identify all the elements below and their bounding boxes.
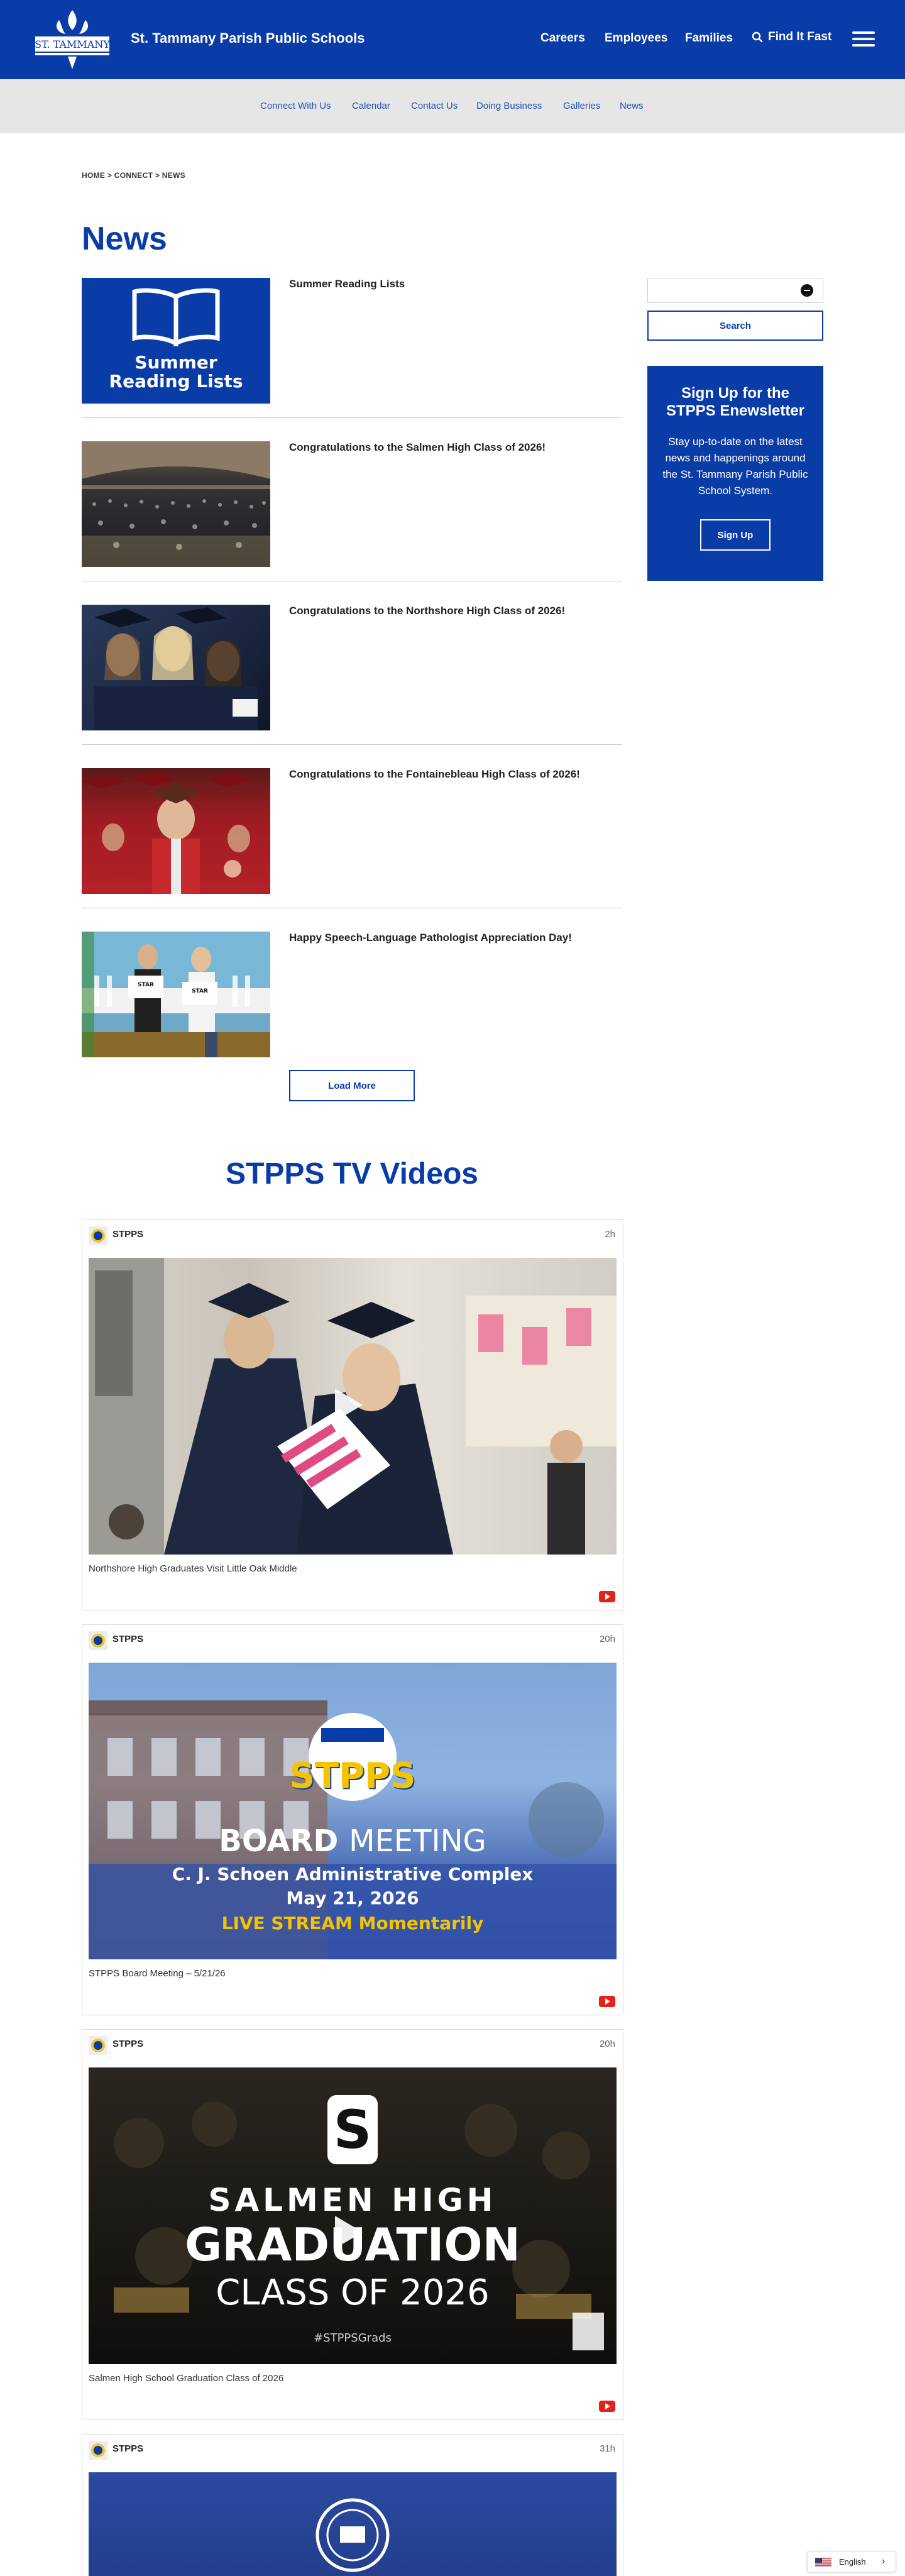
video-card[interactable]: STPPS 20h STPPS BOARD MEETING C. J. Scho… — [82, 1624, 623, 2015]
news-headline[interactable]: Congratulations to the Northshore High C… — [289, 605, 565, 617]
thumb-location: C. J. Schoen Administrative Complex — [172, 1864, 534, 1885]
youtube-icon[interactable] — [599, 1591, 615, 1602]
enewsletter-signup: Sign Up for the STPPS Enewsletter Stay u… — [647, 366, 823, 581]
thumb-text-line2: Reading Lists — [109, 371, 243, 392]
board-text: BOARD — [219, 1824, 339, 1859]
thumb-text-line1: Summer — [134, 352, 217, 373]
channel-avatar[interactable] — [89, 1226, 107, 1245]
channel-avatar[interactable] — [89, 2441, 107, 2460]
divider — [82, 744, 622, 745]
channel-name[interactable]: STPPS — [112, 2443, 143, 2454]
divider — [82, 417, 622, 418]
play-icon[interactable] — [335, 1389, 363, 1421]
video-caption[interactable]: Northshore High Graduates Visit Little O… — [89, 1563, 297, 1574]
news-thumbnail[interactable]: STAR STAR — [82, 932, 270, 1057]
nav-families[interactable]: Families — [685, 31, 733, 45]
news-thumbnail[interactable] — [82, 441, 270, 567]
search-icon — [752, 31, 763, 43]
channel-name[interactable]: STPPS — [112, 2039, 143, 2049]
channel-name[interactable]: STPPS — [112, 1229, 143, 1240]
logo-text: ST. TAMMANY — [35, 38, 110, 50]
nav-employees[interactable]: Employees — [605, 31, 667, 45]
news-thumbnail[interactable] — [82, 768, 270, 894]
video-thumbnail[interactable] — [89, 1258, 617, 1555]
youtube-icon[interactable] — [599, 2401, 615, 2412]
thumb-hashtag: #STPPSGrads — [314, 2331, 392, 2345]
video-card[interactable]: STPPS 2h Northshore High Graduates Visit… — [82, 1219, 623, 1610]
subnav-doing-business[interactable]: Doing Business — [476, 101, 542, 111]
menu-icon[interactable] — [852, 31, 875, 47]
breadcrumb[interactable]: HOME > CONNECT > NEWS — [82, 171, 185, 180]
site-title[interactable]: St. Tammany Parish Public Schools — [131, 30, 365, 47]
nav-careers[interactable]: Careers — [540, 31, 585, 45]
channel-name[interactable]: STPPS — [112, 1634, 143, 1644]
video-timestamp: 20h — [599, 2039, 615, 2049]
school-seal-icon — [315, 2498, 390, 2572]
thumb-class: CLASS OF 2026 — [216, 2272, 490, 2313]
news-item[interactable]: Congratulations to the Fontainebleau Hig… — [82, 768, 622, 919]
subnav-calendar[interactable]: Calendar — [352, 101, 390, 111]
news-headline[interactable]: Happy Speech-Language Pathologist Apprec… — [289, 932, 572, 944]
thumb-school: SALMEN HIGH — [208, 2182, 497, 2218]
subnav-connect-with-us[interactable]: Connect With Us — [260, 101, 331, 111]
news-item[interactable]: Congratulations to the Salmen High Class… — [82, 441, 622, 592]
stpps-brand: STPPS — [289, 1756, 416, 1797]
enews-text: Stay up-to-date on the latest news and h… — [662, 436, 808, 497]
language-selector[interactable]: English › — [807, 2551, 896, 2572]
subnav-contact-us[interactable]: Contact Us — [411, 101, 458, 111]
news-thumbnail[interactable] — [82, 605, 270, 730]
video-card[interactable]: STPPS 20h S SALMEN HIGH GRADUATION CLASS… — [82, 2029, 623, 2420]
thumb-livestream: LIVE STREAM Momentarily — [221, 1913, 484, 1934]
language-label: English — [839, 2557, 866, 2567]
graduates-photo — [94, 607, 258, 730]
video-thumbnail[interactable]: STPPS BOARD MEETING C. J. Schoen Adminis… — [89, 1663, 617, 1959]
search-input[interactable] — [647, 278, 823, 303]
search-button[interactable]: Search — [647, 311, 823, 341]
meeting-text: MEETING — [349, 1824, 486, 1859]
channel-avatar[interactable] — [89, 2036, 107, 2055]
clear-icon[interactable] — [801, 284, 813, 297]
page-title: News — [82, 221, 167, 257]
news-item[interactable]: STAR STAR Happy Speech-Language Patholog… — [82, 932, 622, 1082]
news-headline[interactable]: Congratulations to the Fontainebleau Hig… — [289, 768, 580, 781]
sign-text: STAR — [192, 988, 208, 994]
find-it-fast-button[interactable]: Find It Fast — [752, 30, 831, 44]
site-header: ST. TAMMANY St. Tammany Parish Public Sc… — [0, 0, 905, 79]
subnav-news[interactable]: News — [620, 101, 644, 111]
district-logo[interactable]: ST. TAMMANY — [30, 6, 114, 73]
news-item[interactable]: Congratulations to the Northshore High C… — [82, 605, 622, 756]
news-thumbnail[interactable]: Summer Reading Lists — [82, 278, 270, 404]
thumb-date: May 21, 2026 — [286, 1888, 419, 1908]
sign-up-button[interactable]: Sign Up — [700, 519, 771, 551]
enews-title: Sign Up for the STPPS Enewsletter — [666, 385, 805, 419]
us-flag-icon — [815, 2558, 831, 2567]
news-headline[interactable]: Summer Reading Lists — [289, 278, 405, 290]
sign-text: STAR — [138, 982, 154, 988]
youtube-icon[interactable] — [599, 1996, 615, 2007]
video-card[interactable]: STPPS 31h — [82, 2434, 623, 2576]
news-item[interactable]: Summer Reading Lists Summer Reading List… — [82, 278, 622, 429]
video-thumbnail[interactable]: S SALMEN HIGH GRADUATION CLASS OF 2026 #… — [89, 2067, 617, 2364]
channel-avatar[interactable] — [89, 1631, 107, 1650]
tv-videos-heading: STPPS TV Videos — [226, 1157, 478, 1191]
video-caption[interactable]: Salmen High School Graduation Class of 2… — [89, 2373, 283, 2384]
video-caption[interactable]: STPPS Board Meeting – 5/21/26 — [89, 1968, 226, 1979]
video-timestamp: 2h — [605, 1229, 615, 1240]
graduates-photo — [82, 771, 251, 894]
salmen-logo: S — [333, 2099, 372, 2160]
crowd-photo — [82, 441, 270, 567]
video-timestamp: 20h — [599, 1634, 615, 1644]
chevron-right-icon: › — [882, 2556, 886, 2567]
play-icon[interactable] — [335, 2216, 363, 2248]
subnav-galleries[interactable]: Galleries — [563, 101, 600, 111]
load-more-button[interactable]: Load More — [289, 1070, 415, 1101]
sub-navigation: Connect With Us Calendar Contact Us Doin… — [0, 79, 905, 133]
video-thumbnail[interactable] — [89, 2472, 617, 2576]
teachers-photo — [82, 932, 270, 1057]
news-headline[interactable]: Congratulations to the Salmen High Class… — [289, 441, 546, 454]
video-timestamp: 31h — [599, 2443, 615, 2454]
find-it-fast-label: Find It Fast — [768, 30, 832, 43]
